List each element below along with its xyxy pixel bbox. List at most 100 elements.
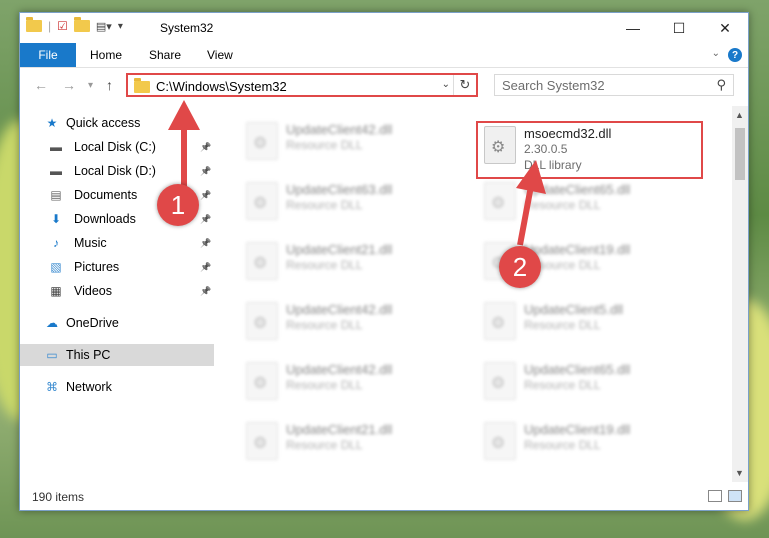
chevron-down-icon[interactable]: ⌄ [442, 79, 450, 90]
nav-item-network[interactable]: ⌘ Network [20, 376, 214, 398]
gear-icon: ⚙ [491, 195, 506, 212]
file-name: UpdateClient42.dll [286, 362, 393, 377]
nav-item-label: Downloads [74, 212, 136, 226]
pin-icon[interactable]: 📌 [200, 286, 211, 297]
file-name: UpdateClient19.dll [524, 242, 631, 257]
help-icon[interactable]: ? [728, 48, 742, 62]
search-placeholder: Search System32 [502, 78, 605, 93]
pin-icon[interactable]: 📌 [200, 262, 211, 273]
window-title: System32 [160, 21, 214, 35]
dll-file-icon: ⚙ [484, 362, 516, 400]
separator: | [48, 19, 52, 33]
tab-file[interactable]: File [20, 43, 76, 67]
search-input[interactable]: Search System32 ⚲ [494, 74, 734, 96]
file-item[interactable]: ⚙ UpdateClient42.dll Resource DLL [240, 296, 460, 346]
file-item[interactable]: ⚙ UpdateClient63.dll Resource DLL [240, 176, 460, 226]
quick-access-toolbar: | ☑ ▤▾ ▾ [26, 17, 123, 33]
nav-item-pictures[interactable]: ▧ Pictures 📌 [20, 256, 214, 278]
file-item[interactable]: ⚙ UpdateClient42.dll Resource DLL [240, 356, 460, 406]
folder-icon [134, 78, 150, 93]
file-item[interactable]: ⚙ UpdateClient19.dllResource DLL [478, 416, 698, 466]
new-folder-icon[interactable] [73, 17, 90, 32]
nav-item-onedrive[interactable]: ☁ OneDrive [20, 312, 214, 334]
pin-icon[interactable]: 📌 [200, 190, 211, 201]
vertical-scrollbar[interactable]: ▲ ▼ [732, 106, 748, 482]
back-icon[interactable]: ← [34, 77, 48, 93]
nav-item-music[interactable]: ♪ Music 📌 [20, 232, 214, 254]
maximize-button[interactable]: ☐ [656, 13, 702, 43]
file-detail: Resource DLL [286, 318, 363, 332]
large-icons-view-icon[interactable] [728, 490, 742, 502]
gear-icon: ⚙ [253, 135, 268, 152]
minimize-button[interactable]: — [610, 13, 656, 43]
nav-item-quick-access[interactable]: ★ Quick access [20, 112, 214, 134]
gear-icon: ⚙ [253, 195, 268, 212]
file-item[interactable]: ⚙ UpdateClient65.dll Resource DLL [478, 356, 698, 406]
file-item[interactable]: ⚙ UpdateClient5.dll Resource DLL [478, 296, 698, 346]
folder-icon [26, 17, 42, 32]
status-bar: 190 items [20, 484, 748, 510]
pictures-icon: ▧ [50, 260, 62, 274]
title-bar: | ☑ ▤▾ ▾ System32 — ☐ ✕ [20, 13, 748, 43]
file-name: UpdateClient65.dll [524, 362, 631, 377]
nav-item-videos[interactable]: ▦ Videos 📌 [20, 280, 214, 302]
star-icon: ★ [46, 116, 58, 130]
file-item[interactable]: ⚙ UpdateClient42.dll Resource DLL [240, 116, 460, 166]
pin-icon[interactable]: 📌 [200, 238, 211, 249]
tab-home[interactable]: Home [90, 43, 122, 67]
up-icon[interactable]: ↑ [106, 77, 113, 93]
file-name: UpdateClient21.dll [286, 242, 393, 257]
nav-item-label: Documents [74, 188, 138, 202]
download-icon: ⬇ [50, 212, 62, 226]
nav-item-label: This PC [66, 348, 111, 362]
gear-icon: ⚙ [491, 375, 506, 392]
step-1-badge: 1 [157, 184, 199, 226]
pin-icon[interactable]: 📌 [200, 166, 211, 177]
qat-dropdown-icon[interactable]: ▾ [118, 21, 123, 32]
nav-item-label: Local Disk (C:) [74, 140, 156, 154]
nav-item-this-pc[interactable]: ▭ This PC [20, 344, 214, 366]
navigation-pane: ★ Quick access ▬ Local Disk (C:) 📌 ▬ Local Dis… [20, 106, 214, 482]
scroll-down-icon[interactable]: ▼ [735, 468, 744, 478]
nav-item-label: Quick access [66, 116, 141, 130]
tab-view[interactable]: View [207, 43, 233, 67]
gear-icon: ⚙ [253, 375, 268, 392]
refresh-icon[interactable]: ↻ [453, 75, 476, 95]
address-bar[interactable]: C:\Windows\System32 ⌄ ↻ [126, 73, 478, 97]
dll-file-icon: ⚙ [246, 242, 278, 280]
recent-locations-icon[interactable]: ▾ [88, 80, 93, 91]
pin-icon[interactable]: 📌 [200, 142, 211, 153]
scroll-up-icon[interactable]: ▲ [735, 110, 744, 120]
music-icon: ♪ [53, 236, 59, 250]
nav-item-local-disk-c[interactable]: ▬ Local Disk (C:) 📌 [20, 136, 214, 158]
close-button[interactable]: ✕ [702, 13, 748, 43]
gear-icon: ⚙ [491, 435, 506, 452]
file-detail: Resource DLL [286, 138, 363, 152]
nav-item-label: Pictures [74, 260, 120, 274]
file-list: ⚙ UpdateClient42.dll Resource DLL ⚙ UpdateCl… [216, 106, 732, 482]
nav-item-local-disk-d[interactable]: ▬ Local Disk (D:) 📌 [20, 160, 214, 182]
nav-item-label: Videos [74, 284, 112, 298]
file-detail: Resource DLL [524, 318, 601, 332]
videos-icon: ▦ [50, 284, 62, 298]
forward-icon[interactable]: → [62, 77, 76, 93]
dll-file-icon: ⚙ [246, 122, 278, 160]
tab-share[interactable]: Share [149, 43, 181, 67]
pin-icon[interactable]: 📌 [200, 214, 211, 225]
nav-item-label: Music [74, 236, 107, 250]
file-detail: Resource DLL [286, 198, 363, 212]
file-item[interactable]: ⚙ UpdateClient21.dll Resource DLL [240, 236, 460, 286]
expand-ribbon-icon[interactable]: ⌄ [712, 48, 720, 59]
file-item[interactable]: ⚙ UpdateClient21.dll Resource DLL [240, 416, 460, 466]
file-detail: Resource DLL [524, 378, 601, 392]
documents-icon: ▤ [50, 188, 62, 202]
customize-qat-icon[interactable]: ▤▾ [96, 20, 112, 33]
details-view-icon[interactable] [708, 490, 722, 502]
scroll-thumb[interactable] [735, 128, 745, 180]
file-name: UpdateClient19.dll [524, 422, 631, 437]
file-name: UpdateClient63.dll [286, 182, 393, 197]
file-detail: Resource DLL [286, 438, 363, 452]
properties-icon[interactable]: ☑ [57, 19, 68, 33]
file-item[interactable]: ⚙ UpdateClient65.dll Resource DLL [478, 176, 698, 226]
dll-file-icon: ⚙ [246, 182, 278, 220]
